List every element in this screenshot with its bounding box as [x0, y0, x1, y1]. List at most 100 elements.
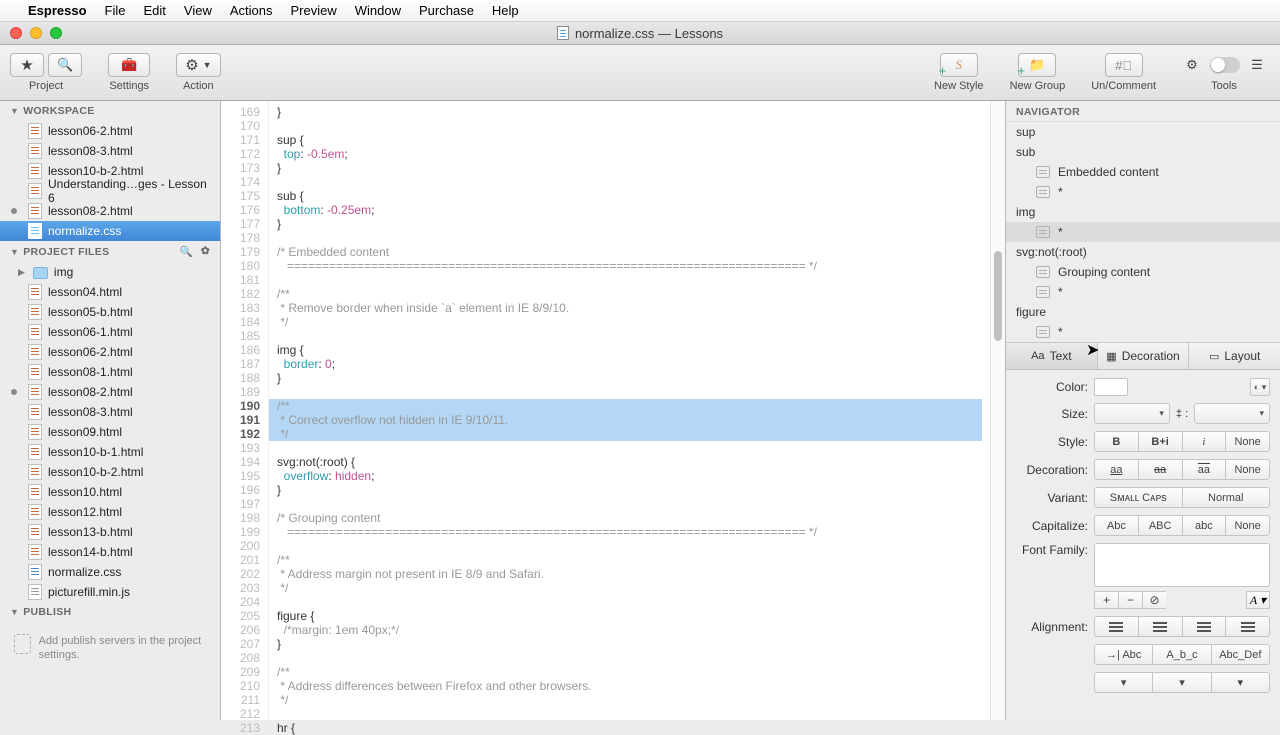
project-file[interactable]: picturefill.min.js: [0, 582, 220, 602]
variant-smallcaps[interactable]: Sᴍᴀʟʟ Cᴀᴘs: [1094, 487, 1182, 508]
project-file[interactable]: lesson08-2.html: [0, 382, 220, 402]
color-picker-button[interactable]: ◐ ▾: [1250, 378, 1270, 396]
project-file[interactable]: normalize.css: [0, 562, 220, 582]
menu-edit[interactable]: Edit: [144, 3, 166, 18]
indent-letter[interactable]: A_b_c: [1152, 644, 1210, 665]
search-icon[interactable]: 🔍: [180, 245, 193, 258]
blank-c[interactable]: ▾: [1211, 672, 1270, 693]
project-files-header[interactable]: ▼PROJECT FILES 🔍✿: [0, 241, 220, 262]
cap-none[interactable]: None: [1225, 515, 1270, 536]
project-file[interactable]: lesson10-b-1.html: [0, 442, 220, 462]
navigator-item[interactable]: svg:not(:root): [1006, 242, 1280, 262]
project-file[interactable]: lesson06-2.html: [0, 342, 220, 362]
app-menu[interactable]: Espresso: [28, 3, 87, 18]
blank-a[interactable]: ▾: [1094, 672, 1152, 693]
navigator-item[interactable]: *: [1006, 282, 1280, 302]
project-file[interactable]: lesson05-b.html: [0, 302, 220, 322]
navigator-item[interactable]: img: [1006, 202, 1280, 222]
project-file[interactable]: ▶img: [0, 262, 220, 282]
font-add-button[interactable]: +: [1094, 591, 1118, 609]
workspace-file[interactable]: lesson08-3.html: [0, 141, 220, 161]
navigator-item[interactable]: Embedded content: [1006, 162, 1280, 182]
project-file[interactable]: lesson06-1.html: [0, 322, 220, 342]
deco-none[interactable]: None: [1225, 459, 1270, 480]
publish-header[interactable]: ▼PUBLISH: [0, 602, 220, 622]
style-italic[interactable]: i: [1182, 431, 1226, 452]
color-swatch[interactable]: [1094, 378, 1128, 396]
project-file[interactable]: lesson10-b-2.html: [0, 462, 220, 482]
tools-toggle[interactable]: [1210, 57, 1240, 73]
font-style-button[interactable]: A ▾: [1246, 591, 1270, 609]
zoom-button[interactable]: [50, 27, 62, 39]
style-bolditalic[interactable]: B+i: [1138, 431, 1182, 452]
blank-b[interactable]: ▾: [1152, 672, 1210, 693]
align-center[interactable]: [1138, 616, 1182, 637]
workspace-header[interactable]: ▼WORKSPACE: [0, 101, 220, 121]
tab-layout[interactable]: ▭Layout: [1189, 343, 1280, 369]
scrollbar-thumb[interactable]: [994, 251, 1002, 341]
deco-underline[interactable]: aa: [1094, 459, 1138, 480]
project-file[interactable]: lesson13-b.html: [0, 522, 220, 542]
cap-title[interactable]: Abc: [1094, 515, 1138, 536]
alignment-segmented[interactable]: [1094, 616, 1270, 637]
deco-overline[interactable]: aa: [1182, 459, 1226, 480]
indent-first[interactable]: →| Abc: [1094, 644, 1152, 665]
size-select[interactable]: ▾: [1094, 403, 1170, 424]
cap-lower[interactable]: abc: [1182, 515, 1226, 536]
editor-scrollbar[interactable]: [990, 101, 1005, 720]
capitalize-segmented[interactable]: Abc ABC abc None: [1094, 515, 1270, 536]
project-file[interactable]: lesson10.html: [0, 482, 220, 502]
navigator-item[interactable]: figure: [1006, 302, 1280, 322]
tab-text[interactable]: AaText: [1006, 343, 1098, 369]
workspace-file[interactable]: lesson06-2.html: [0, 121, 220, 141]
navigator-item[interactable]: *: [1006, 182, 1280, 202]
style-none[interactable]: None: [1225, 431, 1270, 452]
variant-segmented[interactable]: Sᴍᴀʟʟ Cᴀᴘs Normal: [1094, 487, 1270, 508]
project-file[interactable]: lesson12.html: [0, 502, 220, 522]
navigator-item[interactable]: *: [1006, 222, 1280, 242]
minimize-button[interactable]: [30, 27, 42, 39]
style-segmented[interactable]: B B+i i None: [1094, 431, 1270, 452]
cap-upper[interactable]: ABC: [1138, 515, 1182, 536]
tools-list-icon[interactable]: ☰: [1248, 53, 1266, 77]
tools-settings-icon[interactable]: ⚙: [1182, 53, 1202, 77]
menu-view[interactable]: View: [184, 3, 212, 18]
settings-button[interactable]: 🧰: [108, 53, 150, 77]
menu-preview[interactable]: Preview: [291, 3, 337, 18]
navigator-item[interactable]: Grouping content: [1006, 262, 1280, 282]
align-justify[interactable]: [1225, 616, 1270, 637]
close-button[interactable]: [10, 27, 22, 39]
workspace-file[interactable]: normalize.css: [0, 221, 220, 241]
project-file[interactable]: lesson04.html: [0, 282, 220, 302]
project-search-button[interactable]: 🔍: [48, 53, 82, 77]
align-left[interactable]: [1094, 616, 1138, 637]
new-style-button[interactable]: S +: [940, 53, 978, 77]
action-button[interactable]: ⚙▼: [176, 53, 220, 77]
new-group-button[interactable]: 📁 +: [1018, 53, 1056, 77]
gear-icon[interactable]: ✿: [201, 245, 210, 258]
indent-segmented[interactable]: →| Abc A_b_c Abc_Def: [1094, 644, 1270, 665]
font-remove-button[interactable]: −: [1118, 591, 1142, 609]
code-editor[interactable]: 1691701711721731741751761771781791801811…: [221, 101, 1005, 720]
menu-window[interactable]: Window: [355, 3, 401, 18]
variant-normal[interactable]: Normal: [1182, 487, 1271, 508]
project-button[interactable]: ★: [10, 53, 44, 77]
lineheight-select[interactable]: ▾: [1194, 403, 1270, 424]
workspace-file[interactable]: Understanding…ges - Lesson 6: [0, 181, 220, 201]
project-file[interactable]: lesson08-3.html: [0, 402, 220, 422]
decoration-segmented[interactable]: aa aa aa None: [1094, 459, 1270, 480]
tab-decoration[interactable]: ▦Decoration: [1098, 343, 1190, 369]
align-right[interactable]: [1182, 616, 1226, 637]
project-file[interactable]: lesson08-1.html: [0, 362, 220, 382]
deco-strike[interactable]: aa: [1138, 459, 1182, 480]
navigator-item[interactable]: sub: [1006, 142, 1280, 162]
font-clear-button[interactable]: ⊘: [1142, 591, 1166, 609]
uncomment-button[interactable]: #⃞: [1105, 53, 1143, 77]
project-file[interactable]: lesson14-b.html: [0, 542, 220, 562]
style-bold[interactable]: B: [1094, 431, 1138, 452]
code-area[interactable]: }sup { top: -0.5em;}sub { bottom: -0.25e…: [269, 101, 990, 720]
menu-file[interactable]: File: [105, 3, 126, 18]
blank-segmented[interactable]: ▾ ▾ ▾: [1094, 672, 1270, 693]
workspace-file[interactable]: lesson08-2.html: [0, 201, 220, 221]
navigator-item[interactable]: sup: [1006, 122, 1280, 142]
